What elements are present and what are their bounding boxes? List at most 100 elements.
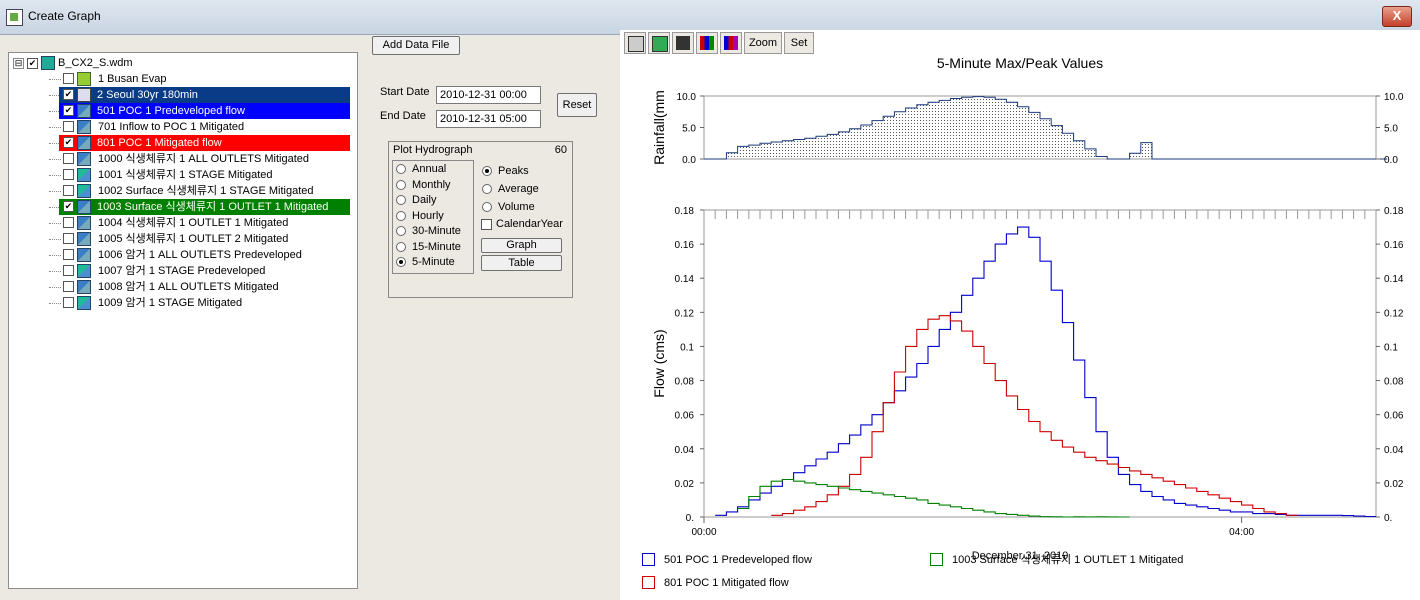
export-button[interactable] (648, 32, 670, 54)
plot-count: 60 (554, 144, 567, 156)
start-date-input[interactable]: 2010-12-31 00:00 (436, 86, 541, 104)
reset-button[interactable]: Reset (557, 93, 597, 117)
rainfall-tick-label-right: 10.0 (1384, 92, 1404, 103)
tree-item-checkbox[interactable] (63, 169, 74, 180)
printer-icon (628, 36, 644, 52)
flow-tick-label-right: 0. (1384, 513, 1392, 524)
tree-item[interactable]: 1008 암거 1 ALL OUTLETS Mitigated (9, 279, 355, 295)
radio-icon[interactable] (396, 179, 406, 190)
tree-item-checkbox[interactable] (63, 137, 74, 148)
data-tree[interactable]: ⊟ B_CX2_S.wdm 1 Busan Evap 2 Seoul 30yr 1… (8, 52, 358, 589)
radio-icon[interactable] (396, 164, 406, 174)
series-a-icon (700, 36, 714, 50)
flow-tick-label: 0.02 (675, 479, 695, 490)
tree-item-label: 801 POC 1 Mitigated flow (59, 135, 350, 151)
flow-series-2 (737, 478, 1130, 518)
flow-icon (77, 248, 91, 262)
tree-item-checkbox[interactable] (63, 281, 74, 292)
print-button[interactable] (624, 32, 646, 54)
tree-item-checkbox[interactable] (63, 185, 74, 196)
tree-item-checkbox[interactable] (63, 73, 74, 84)
flow-icon (77, 232, 91, 246)
tree-item-checkbox[interactable] (63, 201, 74, 212)
save-button[interactable] (672, 32, 694, 54)
tree-item[interactable]: 2 Seoul 30yr 180min (9, 87, 355, 103)
period-label: 5-Minute (412, 256, 455, 268)
legend-swatch-mitigated (642, 576, 655, 589)
radio-icon[interactable] (396, 257, 406, 267)
tree-item[interactable]: 1005 식생체류지 1 OUTLET 2 Mitigated (9, 231, 355, 247)
close-button[interactable]: X (1382, 6, 1412, 27)
tree-item-checkbox[interactable] (63, 233, 74, 244)
tree-item-checkbox[interactable] (63, 89, 74, 100)
stat-label: Peaks (498, 165, 529, 177)
x-tick-label: 04:00 (1229, 527, 1254, 538)
tree-item-checkbox[interactable] (63, 217, 74, 228)
tree-item-label: 1004 식생체류지 1 OUTLET 1 Mitigated (98, 217, 289, 229)
root-checkbox[interactable] (27, 57, 38, 69)
tree-item[interactable]: 1007 암거 1 STAGE Predeveloped (9, 263, 355, 279)
radio-icon[interactable] (396, 210, 406, 221)
tree-item-checkbox[interactable] (63, 265, 74, 276)
tree-item-checkbox[interactable] (63, 121, 74, 132)
radio-icon[interactable] (396, 241, 406, 252)
collapse-icon[interactable]: ⊟ (13, 57, 24, 69)
tree-item-checkbox[interactable] (63, 297, 74, 308)
tree-root[interactable]: ⊟ B_CX2_S.wdm (13, 55, 133, 71)
flow-series-1 (771, 315, 1298, 516)
tree-item-label: 1005 식생체류지 1 OUTLET 2 Mitigated (98, 233, 289, 245)
export-icon (652, 36, 668, 52)
flow-icon (77, 216, 91, 230)
radio-icon[interactable] (396, 226, 406, 236)
tree-item[interactable]: 801 POC 1 Mitigated flow (9, 135, 355, 151)
tree-item[interactable]: 1000 식생체류지 1 ALL OUTLETS Mitigated (9, 151, 355, 167)
graph-button[interactable]: Graph (481, 238, 562, 253)
set-button[interactable]: Set (784, 32, 814, 54)
tree-item-checkbox[interactable] (63, 249, 74, 260)
radio-icon[interactable] (482, 202, 492, 212)
tree-item-label: 1007 암거 1 STAGE Predeveloped (98, 265, 266, 277)
tree-item-label: 1000 식생체류지 1 ALL OUTLETS Mitigated (98, 153, 309, 165)
tree-item[interactable]: 1001 식생체류지 1 STAGE Mitigated (9, 167, 355, 183)
radio-icon[interactable] (482, 166, 492, 176)
plot-hydrograph-title: Plot Hydrograph (393, 144, 473, 156)
rainfall-tick-label: 5.0 (682, 124, 696, 135)
tree-connector (49, 191, 61, 192)
period-label: 30-Minute (412, 225, 461, 237)
flow-tick-label: 0.04 (675, 445, 695, 456)
calendar-year-checkbox[interactable] (481, 219, 492, 230)
radio-icon[interactable] (482, 184, 492, 194)
tree-item-label: 1001 식생체류지 1 STAGE Mitigated (98, 169, 273, 181)
zoom-button[interactable]: Zoom (744, 32, 782, 54)
save-icon (676, 36, 690, 50)
tree-item[interactable]: 1004 식생체류지 1 OUTLET 1 Mitigated (9, 215, 355, 231)
tree-item-checkbox[interactable] (63, 105, 74, 116)
tree-connector (49, 303, 61, 304)
tree-connector (49, 127, 61, 128)
tree-item-label: 1009 암거 1 STAGE Mitigated (98, 297, 243, 309)
series-a-button[interactable] (696, 32, 718, 54)
series-b-button[interactable] (720, 32, 742, 54)
flow-tick-label: 0.08 (675, 377, 695, 388)
add-data-file-button[interactable]: Add Data File (372, 36, 460, 55)
tree-item[interactable]: 501 POC 1 Predeveloped flow (9, 103, 355, 119)
tree-item[interactable]: 1002 Surface 식생체류지 1 STAGE Mitigated (9, 183, 355, 199)
stage-icon (77, 296, 91, 310)
flow-series-0 (715, 226, 1376, 518)
tree-item-checkbox[interactable] (63, 153, 74, 164)
tree-connector (49, 239, 61, 240)
table-button[interactable]: Table (481, 255, 562, 271)
legend-swatch-predeveloped (642, 553, 655, 566)
tree-item[interactable]: 1 Busan Evap (9, 71, 355, 87)
tree-item[interactable]: 1009 암거 1 STAGE Mitigated (9, 295, 355, 311)
tree-item[interactable]: 701 Inflow to POC 1 Mitigated (9, 119, 355, 135)
plot-hydrograph-group: Plot Hydrograph 60 Annual Monthly Daily Hou… (388, 141, 573, 298)
tree-connector (49, 223, 61, 224)
tree-item-label: 2 Seoul 30yr 180min (59, 87, 350, 103)
flow-tick-label-right: 0.06 (1384, 411, 1404, 422)
radio-icon[interactable] (396, 195, 406, 205)
tree-item[interactable]: 1003 Surface 식생체류지 1 OUTLET 1 Mitigated (9, 199, 355, 215)
period-label: Hourly (412, 209, 444, 222)
tree-item[interactable]: 1006 암거 1 ALL OUTLETS Predeveloped (9, 247, 355, 263)
end-date-input[interactable]: 2010-12-31 05:00 (436, 110, 541, 128)
